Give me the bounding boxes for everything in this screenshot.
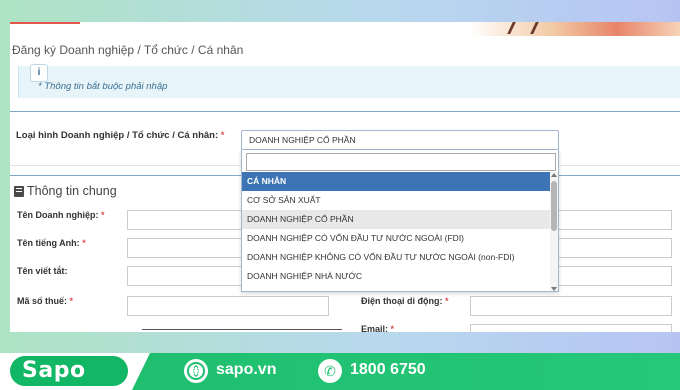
tax-code-label-text: Mã số thuế: (17, 296, 68, 306)
english-name-label: Tên tiếng Anh: * (17, 238, 86, 248)
website-text: sapo.vn (216, 361, 277, 378)
option-doanh-nghiep-co-phan[interactable]: DOANH NGHIỆP CỔ PHẦN (242, 210, 552, 229)
mobile-phone-input[interactable] (470, 296, 672, 316)
short-name-label-text: Tên viết tắt: (17, 266, 68, 276)
required-mark: * (82, 238, 86, 248)
scroll-thumb[interactable] (551, 181, 557, 231)
mobile-phone-label-text: Điện thoại di động: (361, 296, 443, 306)
option-co-so-san-xuat[interactable]: CƠ SỞ SẢN XUẤT (242, 191, 552, 210)
english-name-label-text: Tên tiếng Anh: (17, 238, 80, 248)
option-doanh-nghiep-nha-nuoc[interactable]: DOANH NGHIỆP NHÀ NƯỚC (242, 267, 552, 286)
phone-icon: ✆ (318, 359, 342, 383)
option-doanh-nghiep-fdi[interactable]: DOANH NGHIỆP CÓ VỐN ĐẦU TƯ NƯỚC NGOÀI (F… (242, 229, 552, 248)
business-type-select[interactable]: DOANH NGHIỆP CỔ PHẦN (241, 130, 559, 150)
required-info-text: * Thông tin bắt buộc phải nhập (38, 81, 168, 92)
phone-text: 1800 6750 (350, 361, 426, 378)
tax-code-label: Mã số thuế: * (17, 296, 73, 306)
dropdown-scrollbar[interactable] (550, 172, 558, 291)
breadcrumb: Đăng ký Doanh nghiệp / Tổ chức / Cá nhân (12, 43, 244, 57)
email-label: Email: * (361, 324, 394, 332)
required-mark: * (69, 296, 74, 306)
section-title-general: Thông tin chung (14, 184, 117, 198)
scroll-up-icon[interactable] (551, 173, 557, 177)
divider (142, 329, 342, 330)
option-doanh-nghiep-non-fdi[interactable]: DOANH NGHIỆP KHÔNG CÓ VỐN ĐẦU TƯ NƯỚC NG… (242, 248, 552, 267)
required-mark: * (390, 324, 395, 332)
business-type-dropdown: CÁ NHÂN CƠ SỞ SẢN XUẤT DOANH NGHIỆP CỔ P… (241, 150, 559, 292)
email-label-text: Email: (361, 324, 389, 332)
short-name-label: Tên viết tắt: (17, 266, 68, 276)
option-ca-nhan[interactable]: CÁ NHÂN (242, 172, 552, 191)
book-icon (14, 185, 24, 197)
tax-code-input[interactable] (127, 296, 329, 316)
business-type-label: Loại hình Doanh nghiệp / Tổ chức / Cá nh… (16, 130, 225, 141)
info-icon: i (30, 64, 48, 82)
globe-icon (184, 359, 208, 383)
dropdown-search-input[interactable] (246, 153, 556, 171)
required-mark: * (101, 210, 105, 220)
sapo-logo: Sapo (10, 356, 128, 386)
scroll-down-icon[interactable] (551, 287, 557, 291)
required-mark: * (220, 130, 225, 141)
section-title-text: Thông tin chung (27, 184, 117, 198)
required-mark: * (445, 296, 449, 306)
company-name-label-text: Tên Doanh nghiệp: (17, 210, 99, 220)
top-accent-line (10, 22, 80, 24)
email-input[interactable] (470, 324, 672, 332)
required-info-box: i * Thông tin bắt buộc phải nhập (18, 64, 680, 98)
business-type-label-text: Loại hình Doanh nghiệp / Tổ chức / Cá nh… (16, 130, 219, 141)
dropdown-options: CÁ NHÂN CƠ SỞ SẢN XUẤT DOANH NGHIỆP CỔ P… (242, 172, 552, 286)
header-decoration (470, 22, 680, 36)
divider (10, 111, 680, 112)
company-name-label: Tên Doanh nghiệp: * (17, 210, 105, 220)
mobile-phone-label: Điện thoại di động: * (361, 296, 449, 306)
